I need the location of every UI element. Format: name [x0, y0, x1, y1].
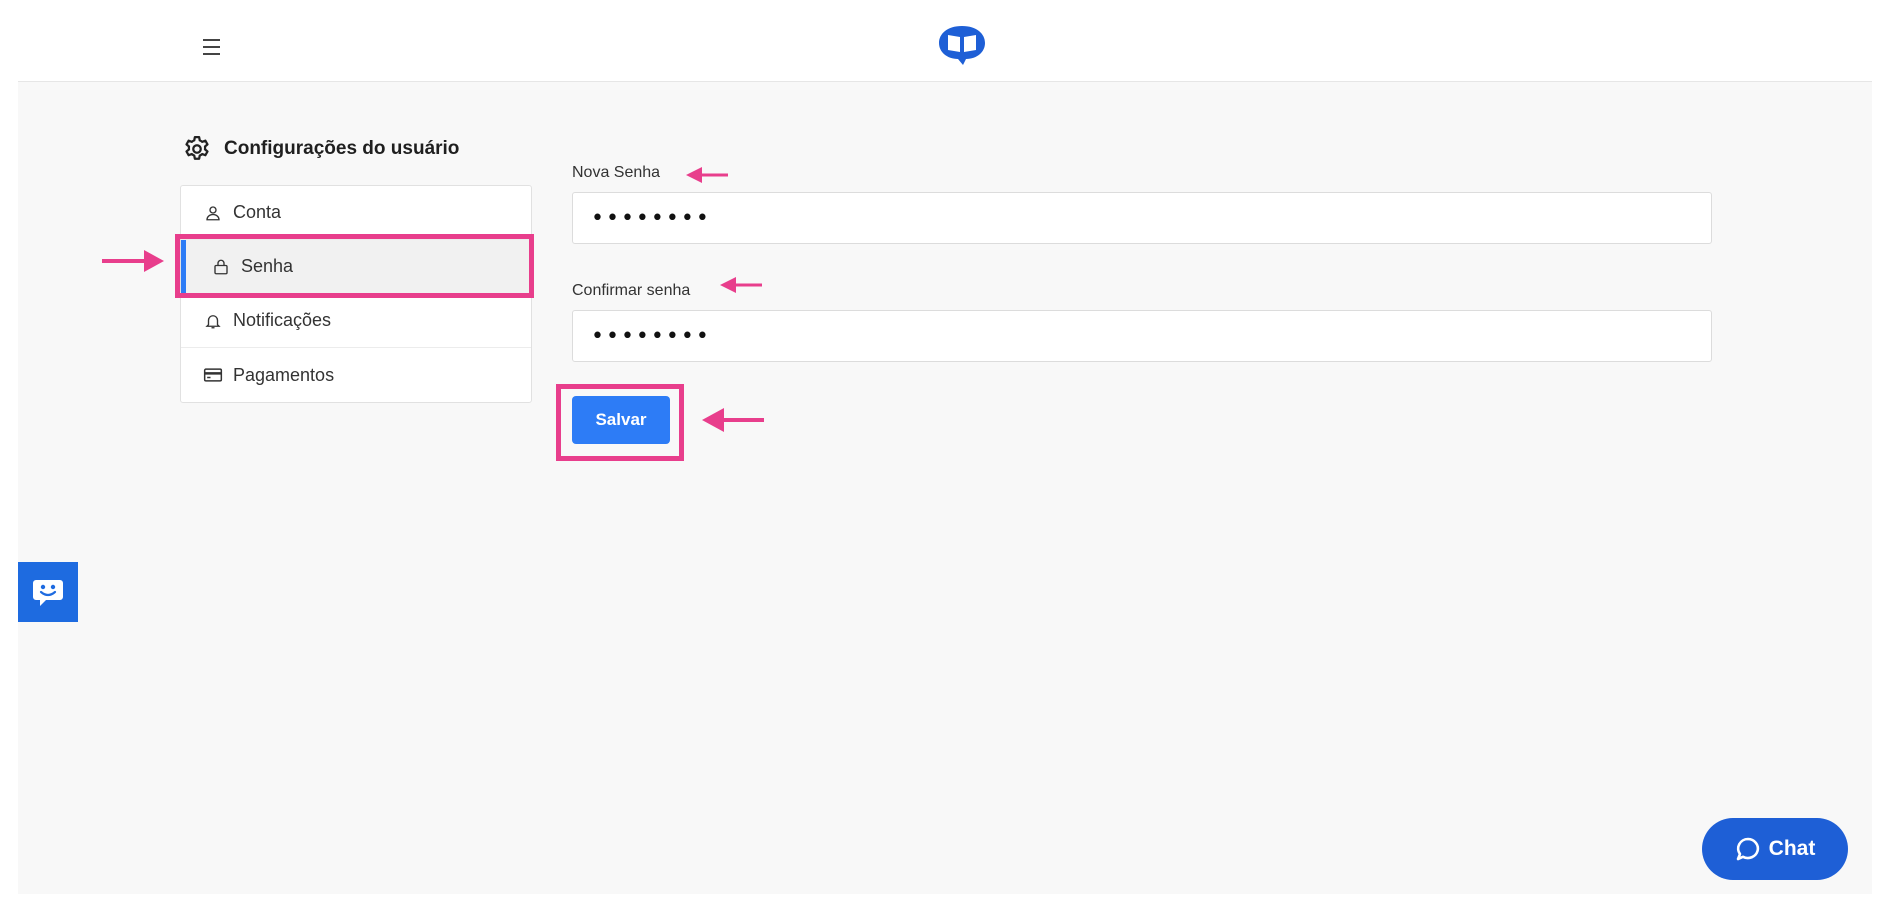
top-bar — [18, 0, 1872, 82]
menu-item-label: Pagamentos — [233, 364, 335, 385]
user-icon — [203, 203, 223, 223]
menu-item-label: Notificações — [233, 310, 332, 330]
arrow-left-icon — [720, 277, 762, 293]
menu-item-pagamentos[interactable]: Pagamentos — [181, 348, 531, 402]
menu-item-conta[interactable]: Conta — [181, 186, 531, 240]
new-password-field[interactable] — [572, 192, 1712, 244]
chat-bubble-icon — [1736, 837, 1759, 861]
book-chat-logo[interactable] — [937, 24, 987, 66]
hamburger-icon[interactable] — [203, 32, 255, 62]
main-content: Configurações do usuário Conta Senha Not… — [18, 82, 1872, 894]
senha-highlight-box — [175, 234, 534, 298]
credit-card-icon — [203, 365, 223, 385]
arrow-left-icon — [686, 167, 728, 183]
menu-item-notificacoes[interactable]: Notificações — [181, 294, 531, 348]
save-highlight-box — [556, 384, 684, 461]
confirm-password-field[interactable] — [572, 310, 1712, 362]
gear-icon — [185, 136, 209, 160]
bell-icon — [203, 311, 223, 331]
new-password-label: Nova Senha — [572, 164, 661, 181]
chat-label: Chat — [1768, 837, 1816, 860]
arrow-left-icon — [702, 408, 764, 432]
password-form: Nova Senha Confirmar senha — [572, 162, 1712, 362]
arrow-right-icon — [102, 250, 164, 272]
chat-button[interactable]: Chat — [1702, 818, 1848, 880]
feedback-tab[interactable] — [18, 562, 78, 622]
menu-item-label: Conta — [233, 202, 282, 222]
new-password-group: Nova Senha — [572, 162, 1712, 244]
page-title: Configurações do usuário — [224, 138, 460, 159]
smile-chat-icon — [33, 580, 63, 606]
app-root: Configurações do usuário Conta Senha Not… — [0, 0, 1890, 912]
settings-header: Configurações do usuário — [182, 134, 459, 164]
